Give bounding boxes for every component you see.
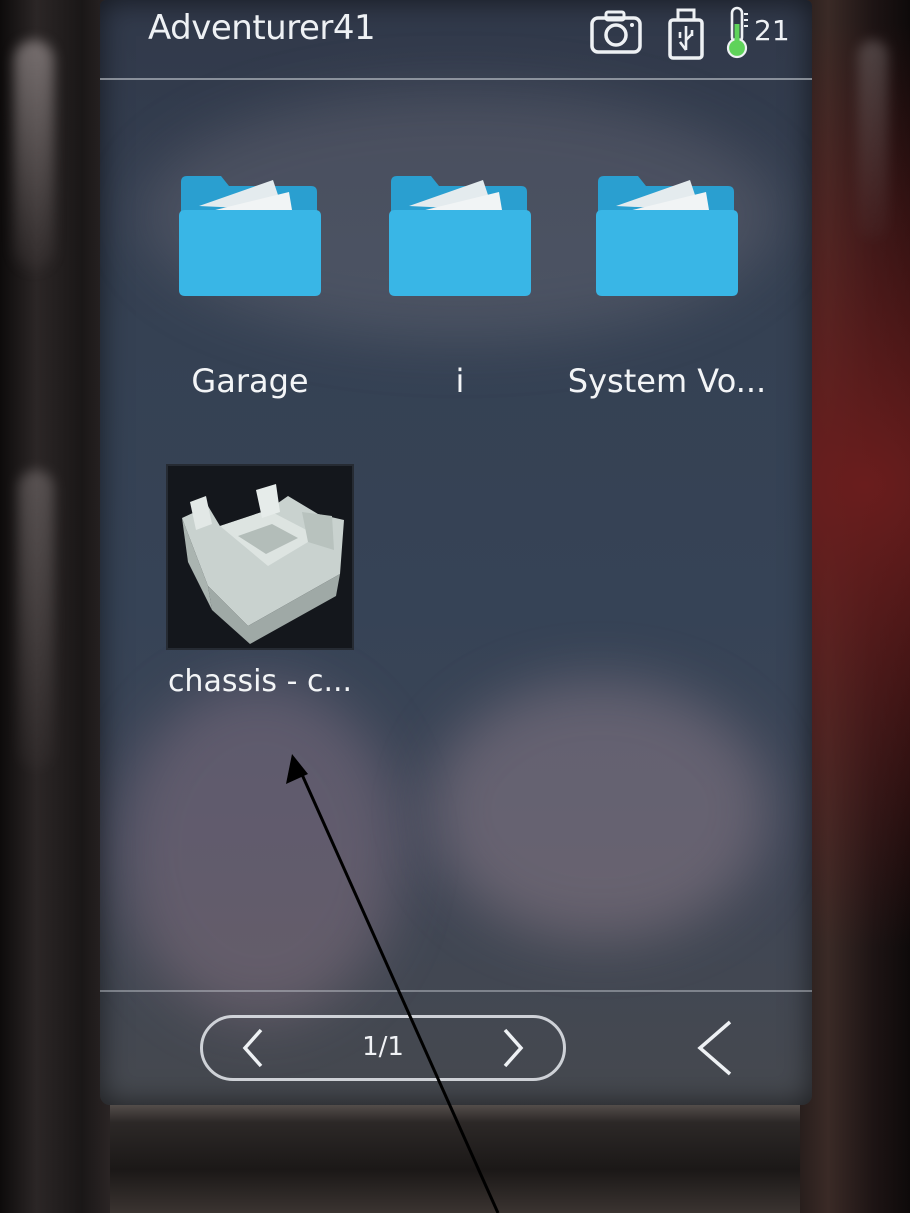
folder-tile-i[interactable]: i <box>355 172 565 412</box>
lcd-screen: Adventurer41 21 Garage i System Vo... ch… <box>100 0 812 1105</box>
pagination-bar: 1/1 <box>200 1015 566 1081</box>
chevron-right-icon[interactable] <box>489 1026 533 1070</box>
folder-label: System Vo... <box>567 362 767 400</box>
bezel-reflection <box>858 40 888 240</box>
model-file-label[interactable]: chassis - c... <box>150 664 370 699</box>
folder-icon <box>387 172 533 304</box>
device-name: Adventurer41 <box>148 8 376 48</box>
back-arrow-icon[interactable] <box>690 1018 740 1078</box>
folder-tile-system-volume[interactable]: System Vo... <box>562 172 772 412</box>
folder-icon <box>177 172 323 304</box>
temperature-value: 21 <box>754 14 790 47</box>
thermometer-icon <box>722 4 752 64</box>
folder-tile-garage[interactable]: Garage <box>145 172 355 412</box>
device-photo: Adventurer41 21 Garage i System Vo... ch… <box>0 0 910 1213</box>
folder-label: i <box>455 362 465 400</box>
status-bar: Adventurer41 21 <box>100 0 812 80</box>
folder-label: Garage <box>191 362 309 400</box>
footer-divider <box>100 990 812 992</box>
camera-icon[interactable] <box>588 8 644 60</box>
model-thumbnail[interactable] <box>166 464 354 650</box>
bottom-bezel <box>110 1100 800 1213</box>
bezel-reflection <box>14 40 54 270</box>
usb-icon[interactable] <box>666 8 706 64</box>
folder-icon <box>594 172 740 304</box>
bezel-reflection <box>18 470 54 770</box>
